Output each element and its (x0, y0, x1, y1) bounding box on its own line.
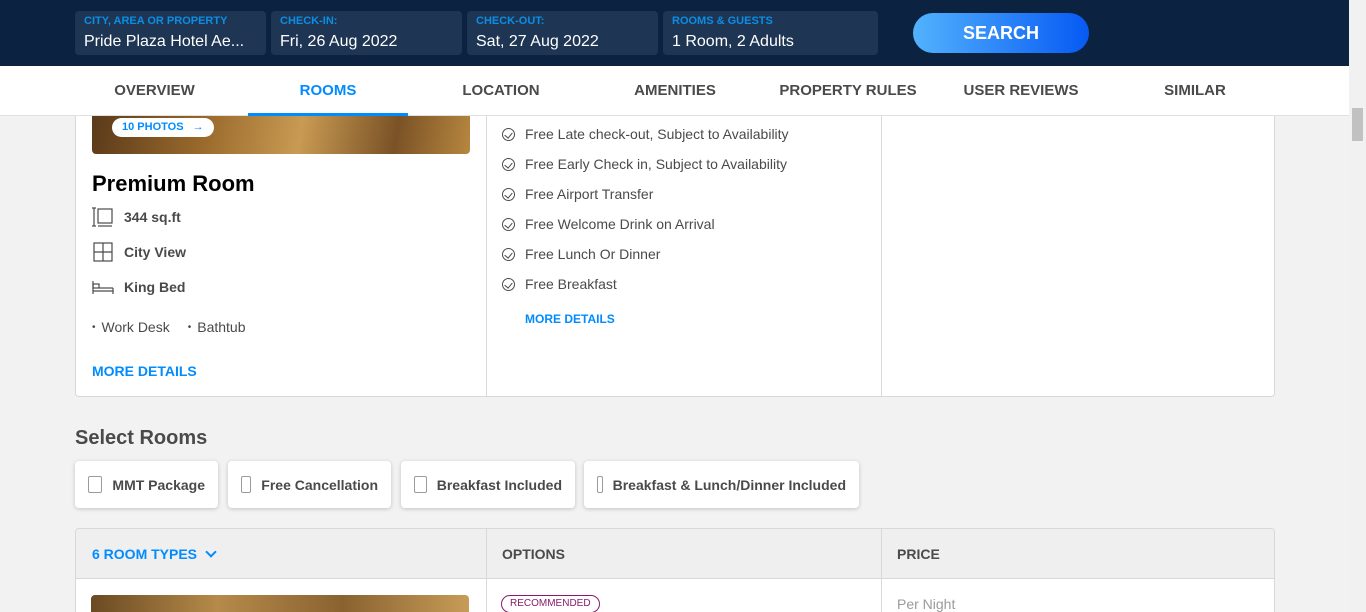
room-title: Premium Room (92, 171, 255, 196)
checkbox[interactable] (597, 476, 603, 493)
tab-location[interactable]: LOCATION (421, 66, 581, 116)
room-bed-label: King Bed (124, 279, 186, 295)
guests-field-value: 1 Room, 2 Adults (672, 33, 794, 50)
amenity-item: Work Desk (92, 319, 170, 335)
inclusion-item: Free Early Check in, Subject to Availabi… (502, 154, 787, 174)
select-rooms-heading: Select Rooms (75, 427, 208, 449)
filter-label: Free Cancellation (261, 476, 378, 493)
tab-rooms[interactable]: ROOMS (248, 66, 408, 116)
column-divider (881, 529, 882, 612)
room-size: 344 sq.ft (92, 207, 181, 227)
room-view-label: City View (124, 244, 186, 260)
inclusion-text: Free Breakfast (525, 276, 617, 292)
room-photo[interactable] (91, 595, 469, 612)
checkbox[interactable] (241, 476, 252, 493)
price-header: PRICE (897, 546, 940, 562)
column-divider (881, 116, 882, 396)
scrollbar-thumb[interactable] (1352, 108, 1363, 141)
column-divider (486, 529, 487, 612)
inclusion-text: Free Welcome Drink on Arrival (525, 216, 715, 232)
filter-free-cancellation[interactable]: Free Cancellation (228, 461, 391, 508)
bed-icon (92, 277, 114, 297)
inclusion-item: Free Lunch Or Dinner (502, 244, 660, 264)
recommended-badge: RECOMMENDED (501, 595, 600, 612)
arrow-right-icon: → (192, 121, 204, 133)
inclusion-text: Free Early Check in, Subject to Availabi… (525, 156, 787, 172)
city-field-label: CITY, AREA OR PROPERTY (84, 15, 228, 27)
photos-button[interactable]: 10 PHOTOS → (112, 118, 214, 137)
photos-count: 10 PHOTOS (122, 121, 184, 133)
chevron-down-icon (205, 546, 217, 558)
room-size-label: 344 sq.ft (124, 209, 181, 225)
city-field[interactable]: CITY, AREA OR PROPERTY Pride Plaza Hotel… (75, 11, 266, 55)
checkout-field-label: CHECK-OUT: (476, 15, 545, 27)
table-header (76, 529, 1274, 579)
search-button[interactable]: SEARCH (913, 13, 1089, 53)
check-circle-icon (502, 217, 515, 231)
tab-user-reviews[interactable]: USER REVIEWS (941, 66, 1101, 116)
room-card: 10 PHOTOS → Premium Room 344 sq.ft City … (75, 116, 1275, 397)
inclusion-text: Free Lunch Or Dinner (525, 246, 661, 262)
page-scrollbar[interactable] (1349, 0, 1366, 612)
check-circle-icon (502, 127, 515, 141)
per-night-label: Per Night (897, 596, 956, 612)
room-types-label: 6 ROOM TYPES (92, 546, 198, 562)
inclusion-item: Free Welcome Drink on Arrival (502, 214, 715, 234)
checkbox[interactable] (88, 476, 103, 493)
filter-mmt-package[interactable]: MMT Package (75, 461, 218, 508)
inclusions-more-details-link[interactable]: MORE DETAILS (525, 312, 615, 326)
room-more-details-link[interactable]: MORE DETAILS (92, 363, 197, 379)
inclusion-text: Free Late check-out, Subject to Availabi… (525, 126, 789, 142)
check-circle-icon (502, 187, 515, 201)
checkin-field-value: Fri, 26 Aug 2022 (280, 33, 398, 50)
checkout-field-value: Sat, 27 Aug 2022 (476, 33, 599, 50)
guests-field[interactable]: ROOMS & GUESTS 1 Room, 2 Adults (663, 11, 878, 55)
room-amenities: Work Desk Bathtub (92, 319, 246, 335)
tab-similar-properties[interactable]: SIMILAR PROPERTIES (1115, 66, 1275, 149)
city-field-value: Pride Plaza Hotel Ae... (84, 33, 245, 50)
window-icon (92, 242, 114, 262)
inclusion-item: Free Late check-out, Subject to Availabi… (502, 124, 789, 144)
filter-breakfast-included[interactable]: Breakfast Included (401, 461, 575, 508)
column-divider (486, 116, 487, 396)
check-circle-icon (502, 157, 515, 171)
room-bed: King Bed (92, 277, 185, 297)
filter-label: Breakfast Included (436, 476, 562, 493)
check-circle-icon (502, 247, 515, 261)
check-circle-icon (502, 277, 515, 291)
checkin-field-label: CHECK-IN: (280, 15, 338, 27)
tab-property-rules[interactable]: PROPERTY RULES (768, 66, 928, 116)
inclusion-text: Free Airport Transfer (525, 186, 654, 202)
search-header: CITY, AREA OR PROPERTY Pride Plaza Hotel… (0, 0, 1349, 66)
checkout-field[interactable]: CHECK-OUT: Sat, 27 Aug 2022 (467, 11, 658, 55)
room-size-icon (92, 207, 114, 227)
tab-overview[interactable]: OVERVIEW (75, 66, 234, 116)
amenity-item: Bathtub (188, 319, 245, 335)
checkin-field[interactable]: CHECK-IN: Fri, 26 Aug 2022 (271, 11, 462, 55)
guests-field-label: ROOMS & GUESTS (672, 15, 773, 27)
section-tabs: OVERVIEW ROOMS LOCATION AMENITIES PROPER… (0, 66, 1349, 149)
room-view: City View (92, 242, 186, 262)
checkbox[interactable] (414, 476, 427, 493)
filter-label: MMT Package (112, 476, 205, 493)
filter-breakfast-lunch-dinner[interactable]: Breakfast & Lunch/Dinner Included (584, 461, 859, 508)
options-header: OPTIONS (502, 546, 566, 562)
filter-label: Breakfast & Lunch/Dinner Included (612, 476, 846, 493)
room-types-dropdown[interactable]: 6 ROOM TYPES (92, 529, 217, 579)
room-photo[interactable]: 10 PHOTOS → (92, 116, 470, 154)
tab-amenities[interactable]: AMENITIES (595, 66, 755, 116)
inclusion-item: Free Breakfast (502, 274, 617, 294)
inclusion-item: Free Airport Transfer (502, 184, 653, 204)
